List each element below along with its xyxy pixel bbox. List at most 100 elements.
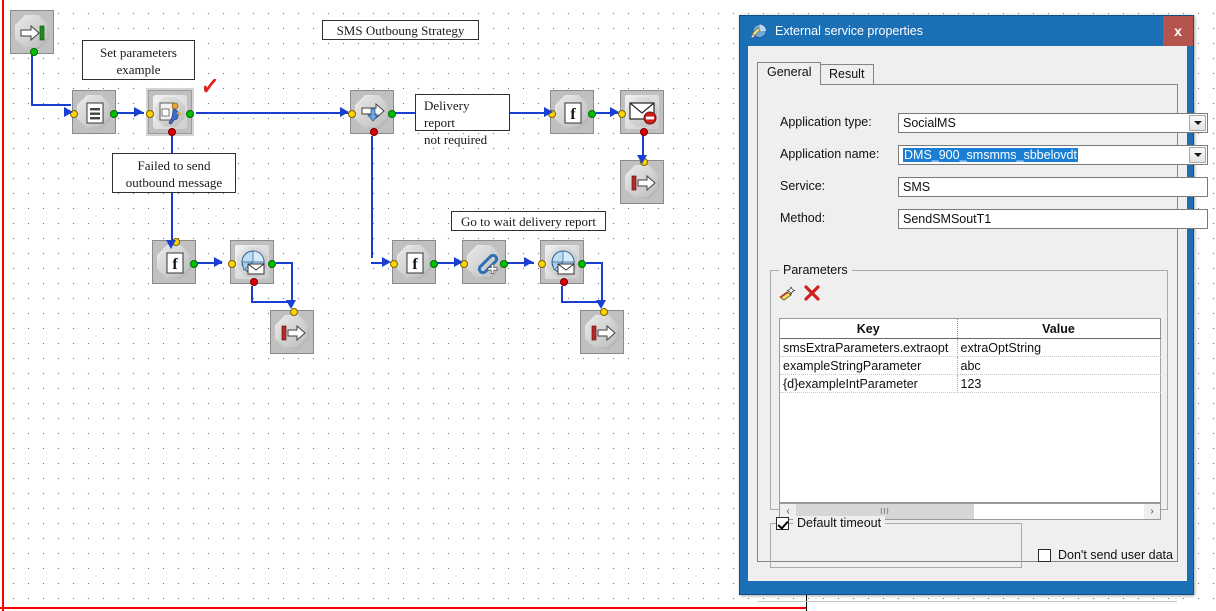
port-out[interactable] xyxy=(588,110,596,118)
field-label: Application name: xyxy=(780,147,880,161)
column-header-key[interactable]: Key xyxy=(780,319,958,339)
note-strategy-title[interactable]: SMS Outboung Strategy xyxy=(322,20,479,40)
node-exit-1[interactable] xyxy=(270,308,314,354)
wire-sendmail2-err-v xyxy=(561,286,563,302)
note-set-parameters[interactable]: Set parameters example xyxy=(82,40,195,80)
wire-service-to-switch xyxy=(196,112,348,114)
node-delivery-switch[interactable] xyxy=(348,90,396,136)
node-shape xyxy=(397,245,431,279)
port-out[interactable] xyxy=(578,260,586,268)
node-send-mail[interactable] xyxy=(228,240,276,286)
method-input[interactable]: SendSMSoutT1 xyxy=(898,209,1208,229)
service-properties-icon xyxy=(750,23,767,40)
port-error[interactable] xyxy=(560,278,568,286)
field-application-name: Application name: DMS_900_smsmms_sbbelov… xyxy=(780,145,1208,165)
port-out[interactable] xyxy=(388,110,396,118)
node-shape xyxy=(625,165,659,199)
port-in[interactable] xyxy=(290,308,298,316)
node-external-service[interactable] xyxy=(146,88,194,136)
cell-value[interactable]: 123 xyxy=(957,374,1161,393)
node-function-3[interactable]: f xyxy=(390,240,438,284)
port-out[interactable] xyxy=(110,110,118,118)
port-in[interactable] xyxy=(618,110,626,118)
wire-sendmail2-out-h xyxy=(586,262,602,264)
default-timeout-group: Default timeout xyxy=(770,516,1022,568)
port-out[interactable] xyxy=(430,260,438,268)
arrow-into-service xyxy=(134,107,143,117)
tab-result[interactable]: Result xyxy=(819,64,875,85)
port-in[interactable] xyxy=(146,110,154,118)
note-delivery-report[interactable]: Delivery report not required xyxy=(415,94,510,147)
parameters-table[interactable]: Key Value smsExtraParameters.extraopt ex… xyxy=(779,318,1161,503)
arrow-into-setparams xyxy=(64,107,73,117)
wire-switch-to-function3 xyxy=(371,136,373,258)
scrollbar-track[interactable] xyxy=(974,504,1144,519)
node-attach[interactable] xyxy=(460,240,508,284)
node-set-parameters[interactable] xyxy=(70,90,118,134)
column-header-value[interactable]: Value xyxy=(957,319,1161,339)
port-in[interactable] xyxy=(348,110,356,118)
node-send-mail-2[interactable] xyxy=(538,240,586,286)
port-in[interactable] xyxy=(390,260,398,268)
service-input[interactable]: SMS xyxy=(898,177,1208,197)
table-row[interactable]: {d}exampleIntParameter 123 xyxy=(780,374,1161,393)
node-exit-3[interactable] xyxy=(580,308,624,354)
node-shape xyxy=(555,95,589,129)
port-error[interactable] xyxy=(168,128,176,136)
tab-panel-general: Application type: SocialMS Application n… xyxy=(757,84,1208,602)
port-error[interactable] xyxy=(640,128,648,136)
wire-sendmail-err-v xyxy=(251,286,253,302)
dialog-titlebar[interactable]: External service properties x xyxy=(740,16,1193,46)
node-function-2[interactable]: f xyxy=(548,90,596,134)
external-service-properties-dialog[interactable]: External service properties x General Re… xyxy=(739,15,1208,602)
table-row[interactable]: smsExtraParameters.extraopt extraOptStri… xyxy=(780,338,1161,357)
red-x-delete-icon[interactable] xyxy=(804,285,822,303)
field-method: Method: SendSMSoutT1 xyxy=(780,209,1208,229)
chevron-down-icon[interactable] xyxy=(1189,147,1206,163)
application-name-combo[interactable]: DMS_900_smsmms_sbbelovdt xyxy=(898,145,1208,165)
tab-general[interactable]: General xyxy=(757,62,822,85)
default-timeout-label: Default timeout xyxy=(793,516,886,530)
note-go-to-wait[interactable]: Go to wait delivery report xyxy=(451,211,606,231)
service-value: SMS xyxy=(903,180,931,194)
default-timeout-checkbox[interactable] xyxy=(776,517,789,530)
application-name-value: DMS_900_smsmms_sbbelovdt xyxy=(903,148,1078,162)
cell-value[interactable]: extraOptString xyxy=(957,338,1161,357)
port-in[interactable] xyxy=(228,260,236,268)
node-shape xyxy=(157,245,191,279)
node-start[interactable] xyxy=(10,10,54,56)
node-exit-2[interactable] xyxy=(620,158,664,204)
cell-key[interactable]: {d}exampleIntParameter xyxy=(780,374,958,393)
scroll-right-arrow-icon[interactable]: › xyxy=(1144,504,1160,519)
cell-key[interactable]: exampleStringParameter xyxy=(780,356,958,375)
field-label: Service: xyxy=(780,179,826,193)
port-error[interactable] xyxy=(250,278,258,286)
chevron-down-icon[interactable] xyxy=(1189,115,1206,131)
port-in[interactable] xyxy=(600,308,608,316)
tab-bar[interactable]: General Result xyxy=(757,62,1178,85)
cell-key[interactable]: smsExtraParameters.extraopt xyxy=(780,338,958,357)
port-out[interactable] xyxy=(30,48,38,56)
application-type-combo[interactable]: SocialMS xyxy=(898,113,1208,133)
close-icon[interactable]: x xyxy=(1163,16,1193,46)
port-out[interactable] xyxy=(500,260,508,268)
node-mail-blocked[interactable] xyxy=(618,90,664,136)
add-wand-icon[interactable] xyxy=(779,285,797,303)
arrow-into-exit2 xyxy=(637,155,647,164)
port-out[interactable] xyxy=(186,110,194,118)
port-in[interactable] xyxy=(538,260,546,268)
dialog-body: General Result Application type: SocialM… xyxy=(748,46,1208,602)
port-out[interactable] xyxy=(190,260,198,268)
arrow-into-sendmail xyxy=(214,257,223,267)
dont-send-user-data-checkbox[interactable] xyxy=(1038,549,1051,562)
wire-sendmail-out-h xyxy=(276,262,292,264)
node-shape xyxy=(467,245,501,279)
method-value: SendSMSoutT1 xyxy=(903,212,992,226)
port-error[interactable] xyxy=(370,128,378,136)
cell-value[interactable]: abc xyxy=(957,356,1161,375)
field-application-type: Application type: SocialMS xyxy=(780,113,1208,133)
note-failed-to-send[interactable]: Failed to send outbound message xyxy=(112,153,236,193)
table-row[interactable]: exampleStringParameter abc xyxy=(780,356,1161,375)
arrow-into-function2 xyxy=(544,107,553,117)
port-out[interactable] xyxy=(268,260,276,268)
